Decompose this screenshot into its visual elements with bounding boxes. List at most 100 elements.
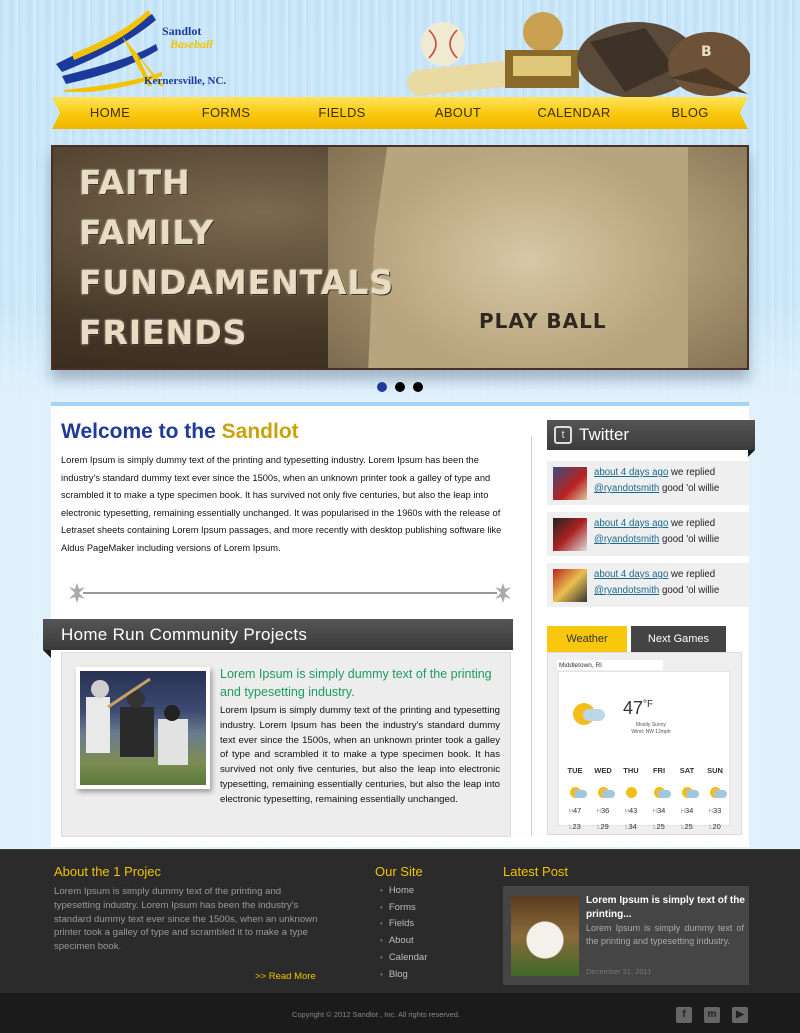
forecast-low: L29	[597, 822, 609, 831]
wind-text: Wind: NW 12mph	[631, 729, 671, 735]
slider-dot-3[interactable]	[413, 382, 423, 392]
forecast-low: L25	[653, 822, 665, 831]
page: Sandlot Baseball Kernersville, NC. B HOM…	[0, 0, 800, 1033]
latest-post-title[interactable]: Lorem Ipsum is simply text of the printi…	[586, 894, 746, 921]
tweet-handle-link[interactable]: @ryandotsmith	[594, 534, 659, 545]
baseball-batter-image	[80, 671, 206, 785]
twitter-icon: t	[554, 426, 572, 444]
bottom-bar: Copyright © 2012 Sandlot , Inc. All righ…	[0, 993, 800, 1033]
welcome-title-highlight: Sandlot	[221, 420, 299, 443]
projects-heading: Home Run Community Projects	[43, 619, 513, 658]
sunny-icon	[617, 784, 645, 806]
logo-subtitle: Baseball	[170, 37, 213, 51]
forecast-day: SAT H34 L25	[673, 766, 701, 838]
forecast-day-name: SAT	[679, 766, 695, 775]
tweet-item: about 4 days ago we replied @ryandotsmit…	[547, 512, 749, 556]
footer-site-heading: Our Site	[375, 864, 423, 879]
hero-slider[interactable]: FAITH FAMILY FUNDAMENTALS FRIENDS PLAY B…	[51, 145, 749, 370]
weather-tabs: Weather Next Games	[547, 626, 743, 652]
forecast-high: H34	[652, 806, 666, 815]
column-divider	[531, 436, 532, 836]
latest-post-text: Lorem Ipsum is simply dummy text of the …	[586, 923, 744, 947]
footer: About the 1 Projec Lorem Ipsum is simply…	[0, 849, 800, 993]
forecast-high: H36	[596, 806, 610, 815]
forecast-high: H47	[568, 806, 582, 815]
weather-panel: Middletown, RI 47°F Mostly Sunny Wind: NW…	[547, 652, 742, 835]
forecast-low: L34	[625, 822, 637, 831]
svg-text:B: B	[701, 44, 712, 60]
footer-site-links: Home Forms Fields About Calendar Blog	[380, 883, 428, 984]
tweet-handle-link[interactable]: @ryandotsmith	[594, 483, 659, 494]
partly-cloudy-icon	[701, 784, 729, 806]
forecast-day-name: FRI	[652, 766, 666, 775]
latest-post-date: December 31, 2011	[586, 967, 652, 976]
footer-link-blog[interactable]: Blog	[380, 967, 427, 984]
footer-post-heading: Latest Post	[503, 864, 569, 879]
tab-weather[interactable]: Weather	[547, 626, 627, 652]
nav-calendar[interactable]: CALENDAR	[516, 97, 632, 129]
weather-location: Middletown, RI	[556, 659, 664, 671]
tweet-handle-link[interactable]: @ryandotsmith	[594, 585, 659, 596]
hero-play-ball: PLAY BALL	[479, 309, 607, 333]
baseball-gear-image: B	[407, 12, 750, 98]
forecast-day: TUE H47 L23	[561, 766, 589, 838]
forecast-low: L20	[709, 822, 721, 831]
nav-forms[interactable]: FORMS	[168, 97, 284, 129]
cloud-icon	[583, 709, 605, 721]
projects-photo[interactable]	[76, 667, 210, 789]
forecast-day: FRI H34 L25	[645, 766, 673, 838]
tab-next-games[interactable]: Next Games	[631, 626, 726, 652]
tweet-text: about 4 days ago we replied @ryandotsmit…	[594, 516, 744, 548]
current-temp: 47°F	[623, 698, 653, 719]
forecast-high: H43	[624, 806, 638, 815]
read-more-link[interactable]: >> Read More	[255, 971, 316, 982]
partly-cloudy-icon	[673, 784, 701, 806]
twitter-widget-heading: t Twitter	[547, 420, 755, 457]
nav-home[interactable]: HOME	[52, 97, 168, 129]
nav-blog[interactable]: BLOG	[632, 97, 748, 129]
site-logo[interactable]: Sandlot Baseball Kernersville, NC.	[52, 6, 252, 94]
forecast-high: H34	[680, 806, 694, 815]
baseball-glove-image[interactable]	[511, 896, 579, 976]
logo-location: Kernersville, NC.	[144, 75, 227, 87]
tweet-avatar[interactable]	[553, 569, 587, 602]
tweet-text: about 4 days ago we replied @ryandotsmit…	[594, 567, 744, 599]
tweet-item: about 4 days ago we replied @ryandotsmit…	[547, 461, 749, 505]
footer-link-about[interactable]: About	[380, 933, 427, 950]
myspace-icon[interactable]: m	[704, 1007, 720, 1023]
home-plate-image	[328, 147, 747, 368]
tweet-body: good 'ol willie	[659, 534, 720, 545]
forecast-day: THU H43 L34	[617, 766, 645, 838]
tweet-time-link[interactable]: about 4 days ago	[594, 467, 668, 478]
twitter-heading-label: Twitter	[579, 425, 630, 444]
main-content: Welcome to the Sandlot Lorem Ipsum is si…	[43, 402, 755, 847]
copyright: Copyright © 2012 Sandlot , Inc. All righ…	[291, 1010, 461, 1019]
facebook-icon[interactable]: f	[676, 1007, 692, 1023]
nav-about[interactable]: ABOUT	[400, 97, 516, 129]
forecast-day: SUN H33 L20	[701, 766, 729, 838]
footer-link-calendar[interactable]: Calendar	[380, 950, 428, 967]
nav-fields[interactable]: FIELDS	[284, 97, 400, 129]
condition-text: Mostly Sunny	[635, 722, 666, 728]
tweet-time-link[interactable]: about 4 days ago	[594, 569, 668, 580]
forecast-low: L23	[569, 822, 581, 831]
slider-dots	[377, 382, 423, 392]
tweet-avatar[interactable]	[553, 518, 587, 551]
projects-title: Lorem Ipsum is simply dummy text of the …	[220, 667, 492, 699]
slider-dot-1[interactable]	[377, 382, 387, 392]
slider-dot-2[interactable]	[395, 382, 405, 392]
tweet-time-link[interactable]: about 4 days ago	[594, 518, 668, 529]
forecast-row: TUE H47 L23 WED H36 L29 THU H43 L34 FRI H34 L25 …	[561, 766, 729, 838]
latest-post: Lorem Ipsum is simply text of the printi…	[503, 886, 749, 985]
footer-about-heading: About the 1 Projec	[54, 864, 161, 879]
forecast-day-name: WED	[594, 766, 612, 775]
partly-cloudy-icon	[561, 784, 589, 806]
youtube-icon[interactable]: ▶	[732, 1007, 748, 1023]
hero-word-faith: FAITH	[79, 163, 191, 202]
hero-word-friends: FRIENDS	[79, 313, 248, 352]
footer-link-forms[interactable]: Forms	[380, 900, 427, 917]
footer-link-home[interactable]: Home	[380, 883, 427, 900]
footer-link-fields[interactable]: Fields	[380, 916, 427, 933]
tweet-avatar[interactable]	[553, 467, 587, 500]
fleur-divider	[69, 583, 511, 603]
